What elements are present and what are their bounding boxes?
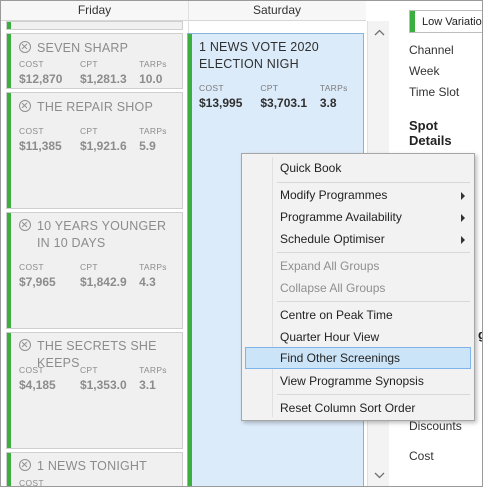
close-circle-icon[interactable] [19,100,31,112]
menu-item-centre-on-peak-time[interactable]: Centre on Peak Time [245,304,471,326]
submenu-arrow-icon [461,236,465,244]
close-circle-icon[interactable] [19,459,31,471]
programme-title: SEVEN SHARP [37,41,129,55]
programme-card-the-repair-shop[interactable]: THE REPAIR SHOP COST $11,385 CPT $1,921.6 … [6,92,183,209]
cpt-value: $3,703.1 [260,96,308,110]
submenu-arrow-icon [461,192,465,200]
tarps-value: 4.3 [139,275,156,289]
variation-value: Low Variation [422,15,483,28]
programme-title: 1 NEWS TONIGHT [37,459,147,473]
scroll-up-button[interactable] [368,23,390,41]
partial-hidden-text: g [478,327,482,342]
card-accent-bar [7,333,11,448]
scroll-down-button[interactable] [368,466,390,484]
tarps-label: TARPs [139,365,167,375]
menu-item-quarter-hour-view[interactable]: Quarter Hour View [245,326,471,348]
menu-separator [277,252,470,253]
cpt-value: $1,842.9 [79,275,127,289]
cost-label: COST [199,83,224,93]
cost-value: $4,185 [19,378,56,392]
tarps-value: 5.9 [139,139,156,153]
card-accent-bar [7,22,11,29]
close-circle-icon[interactable] [19,41,31,53]
tarps-label: TARPs [139,262,167,272]
programme-card-seven-sharp[interactable]: SEVEN SHARP COST $12,870 CPT $1,281.3 TARP… [6,33,183,89]
menu-item-schedule-optimiser[interactable]: Schedule Optimiser [245,228,471,250]
cost-label: COST [19,59,44,69]
cpt-label: CPT [79,126,98,136]
column-header-saturday[interactable]: Saturday [188,1,366,21]
menu-separator [277,394,470,395]
cost-label: COST [19,262,44,272]
menu-item-reset-column-sort-order[interactable]: Reset Column Sort Order [245,397,471,419]
menu-item-programme-availability[interactable]: Programme Availability [245,206,471,228]
menu-item-collapse-all-groups[interactable]: Collapse All Groups [245,277,471,299]
cpt-label: CPT [79,365,98,375]
cpt-value: $1,921.6 [79,139,127,153]
cost-value: $13,995 [199,96,243,110]
menu-item-modify-programmes[interactable]: Modify Programmes [245,184,471,206]
cpt-value: $1,281.3 [79,72,127,86]
card-accent-bar [7,213,11,328]
card-accent-bar [7,453,11,486]
time-slot-label: Time Slot [409,85,460,99]
programme-card-partial[interactable] [6,21,183,30]
close-circle-icon[interactable] [19,339,31,351]
tarps-label: TARPs [139,59,167,69]
channel-label: Channel [409,43,454,57]
tarps-value: 3.8 [319,96,337,110]
card-accent-bar [7,93,11,208]
card-accent-bar [7,34,11,88]
cpt-label: CPT [79,59,98,69]
close-circle-icon[interactable] [19,219,31,231]
tarps-value: 3.1 [139,378,156,392]
cost-value: $12,870 [19,72,63,86]
menu-item-expand-all-groups[interactable]: Expand All Groups [245,255,471,277]
variation-accent-bar [410,11,415,32]
column-header-friday[interactable]: Friday [1,1,188,21]
menu-item-label: Programme Availability [280,210,402,224]
discounts-label: Discounts [409,419,462,433]
programme-title: 1 NEWS VOTE 2020 ELECTION NIGH [199,40,319,71]
card-accent-bar [188,34,192,486]
week-label: Week [409,64,440,78]
chevron-up-icon [374,29,384,35]
cpt-label: CPT [79,262,98,272]
programme-title: THE REPAIR SHOP [37,100,153,114]
cost-label: COST [19,478,44,487]
cost-label: Cost [409,449,434,463]
context-menu: Quick Book Modify Programmes Programme A… [241,153,475,421]
scheduler-window: Friday Saturday SEVEN SHARP COST $12,870 … [0,0,483,487]
cpt-label: CPT [260,83,279,93]
variation-dropdown[interactable]: Low Variation [409,10,483,33]
menu-item-view-programme-synopsis[interactable]: View Programme Synopsis [245,370,471,392]
programme-card-1-news-tonight[interactable]: 1 NEWS TONIGHT COST [6,452,183,487]
menu-item-quick-book[interactable]: Quick Book [245,157,471,179]
menu-item-label: Modify Programmes [280,188,388,202]
cost-value: $11,385 [19,139,62,153]
programme-card-the-secrets-she-keeps[interactable]: THE SECRETS SHE KEEPS COST $4,185 CPT $1,3… [6,332,183,449]
menu-item-find-other-screenings[interactable]: Find Other Screenings [245,347,471,369]
programme-title: 10 YEARS YOUNGER IN 10 DAYS [37,219,167,250]
chevron-down-icon [374,472,384,478]
cost-label: COST [19,126,44,136]
cost-label: COST [19,365,44,375]
tarps-value: 10.0 [139,72,163,86]
menu-separator [277,301,470,302]
submenu-arrow-icon [461,214,465,222]
cost-value: $7,965 [19,275,56,289]
tarps-label: TARPs [139,126,167,136]
menu-separator [277,182,470,183]
tarps-label: TARPs [319,83,348,93]
menu-item-label: Schedule Optimiser [280,232,385,246]
programme-card-10-years-younger[interactable]: 10 YEARS YOUNGER IN 10 DAYS COST $7,965 C… [6,212,183,329]
spot-details-heading: Spot Details [409,118,452,148]
cpt-value: $1,353.0 [79,378,127,392]
